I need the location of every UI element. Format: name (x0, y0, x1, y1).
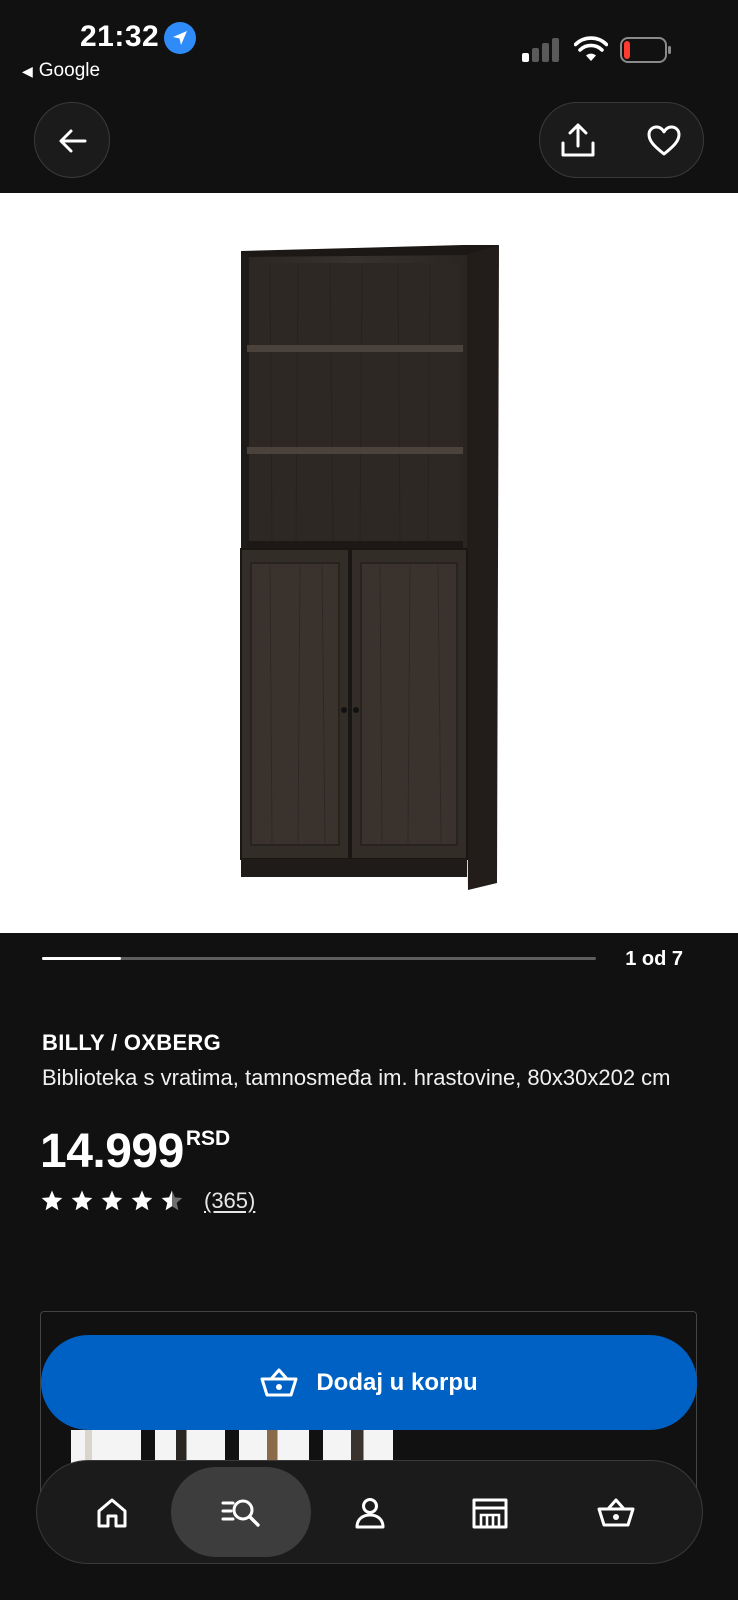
product-rating[interactable]: (365) (40, 1186, 255, 1216)
nav-search[interactable] (171, 1467, 311, 1557)
review-count-link[interactable]: (365) (204, 1188, 255, 1214)
basket-icon (597, 1498, 635, 1527)
carousel-progress-fill (42, 957, 122, 960)
triangle-left-icon: ◀ (22, 63, 33, 79)
cellular-signal-icon (522, 36, 562, 62)
basket-icon (260, 1368, 298, 1396)
share-icon[interactable] (558, 121, 598, 161)
nav-home[interactable] (67, 1461, 157, 1565)
status-time: 21:32 (80, 20, 160, 53)
back-to-google-link[interactable]: ◀ Google (22, 60, 100, 82)
heart-icon[interactable] (646, 123, 682, 159)
arrow-left-icon (59, 129, 87, 153)
product-price: 14.999RSD (40, 1124, 230, 1180)
price-amount: 14.999 (40, 1125, 184, 1178)
add-to-cart-button[interactable]: Dodaj u korpu (41, 1335, 697, 1430)
star-icon (131, 1190, 153, 1211)
back-app-label: Google (38, 60, 101, 81)
star-icon (101, 1190, 123, 1211)
bookcase-image (240, 245, 499, 890)
back-button[interactable] (34, 102, 110, 178)
add-to-cart-label: Dodaj u korpu (316, 1368, 478, 1396)
price-currency: RSD (185, 1127, 231, 1150)
store-icon (472, 1498, 508, 1529)
profile-icon (355, 1498, 385, 1529)
header-actions (539, 102, 704, 178)
product-name: BILLY / OXBERG (42, 1030, 222, 1055)
star-icon (161, 1190, 183, 1211)
nav-cart[interactable] (571, 1461, 661, 1565)
star-icon (71, 1190, 93, 1211)
nav-profile[interactable] (325, 1461, 415, 1565)
carousel-progress-track (42, 957, 596, 960)
battery-icon (620, 37, 671, 63)
bottom-navigation (36, 1460, 703, 1564)
location-arrow-icon (164, 22, 196, 54)
carousel-counter: 1 od 7 (625, 948, 683, 970)
search-list-icon (221, 1499, 260, 1527)
product-description: Biblioteka s vratima, tamnosmeđa im. hra… (42, 1065, 671, 1090)
star-icon (41, 1190, 63, 1211)
home-icon (97, 1498, 127, 1528)
status-bar: 21:32 ◀ Google (0, 0, 738, 92)
product-image[interactable] (0, 193, 738, 933)
rating-stars (40, 1189, 190, 1213)
wifi-icon (574, 36, 608, 61)
nav-store[interactable] (445, 1461, 535, 1565)
